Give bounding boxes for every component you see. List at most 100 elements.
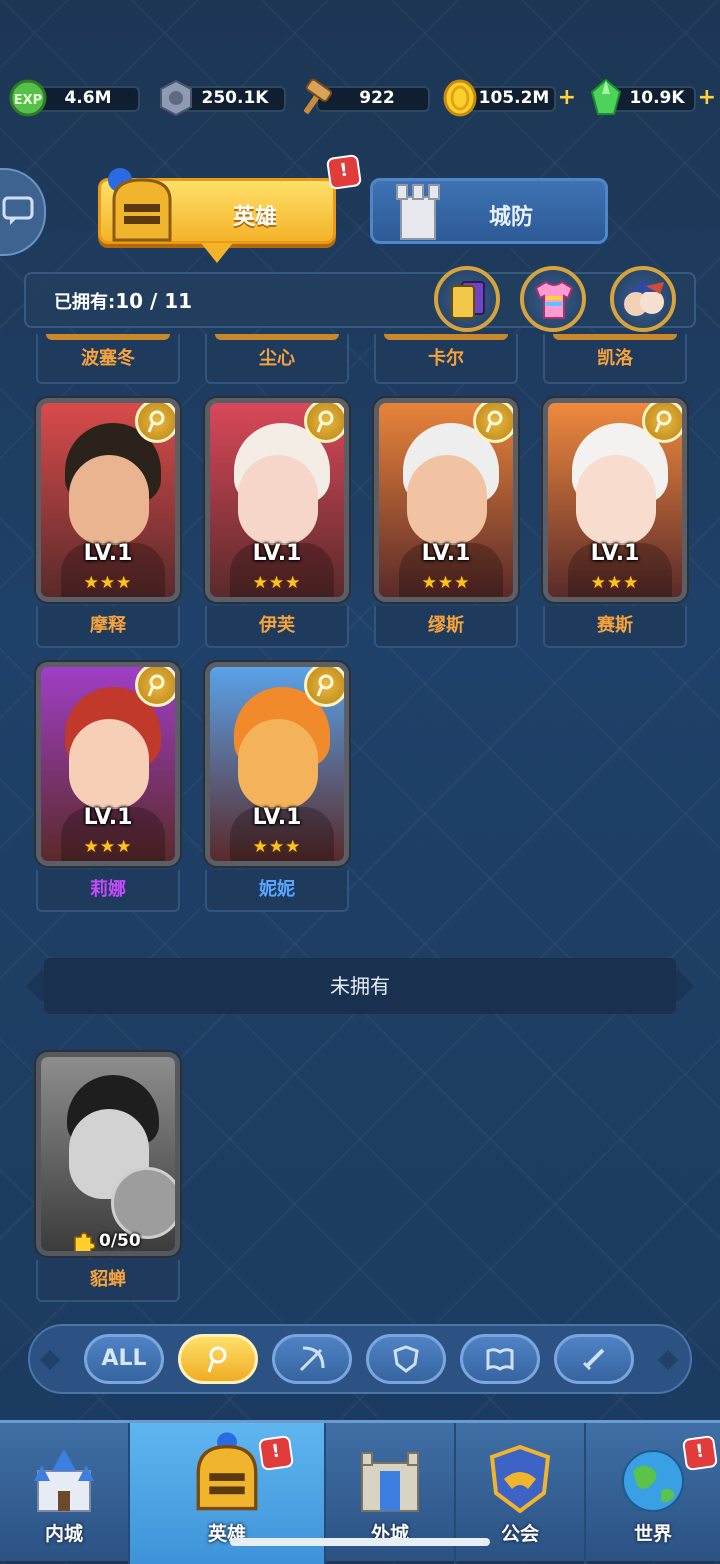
- hero-level: LV.1: [252, 805, 302, 830]
- hero-slot-partial[interactable]: 波塞冬: [36, 334, 180, 384]
- resource-exp[interactable]: EXP 4.6M: [8, 79, 140, 117]
- add-gold-button[interactable]: +: [558, 86, 576, 110]
- guild-handshake-icon: [489, 1444, 551, 1514]
- resource-value: 105.2M: [478, 88, 550, 108]
- filter-warrior-button[interactable]: [554, 1334, 634, 1384]
- hero-stars: ★★★: [83, 837, 133, 857]
- filter-archer-button[interactable]: [272, 1334, 352, 1384]
- tab-hero-alert-badge: !: [325, 153, 363, 191]
- hero-name: 尘心: [259, 348, 295, 369]
- mage-class-badge-icon: [304, 667, 344, 707]
- chat-button[interactable]: [0, 168, 46, 256]
- mage-class-badge-icon: [304, 403, 344, 443]
- hero-card[interactable]: LV.1 ★★★ 缪斯: [374, 398, 518, 650]
- hero-slot-partial[interactable]: 卡尔: [374, 334, 518, 384]
- filter-mage-button[interactable]: [178, 1334, 258, 1384]
- mage-class-badge-icon: [135, 403, 175, 443]
- resource-hammer[interactable]: 922: [296, 78, 430, 114]
- filter-diamond-left: [40, 1350, 60, 1370]
- hero-stars: ★★★: [252, 837, 302, 857]
- filter-all-button[interactable]: ALL: [84, 1334, 164, 1384]
- hero-level: LV.1: [421, 541, 471, 566]
- hero-name: 莉娜: [90, 879, 126, 900]
- filter-support-button[interactable]: [460, 1334, 540, 1384]
- bow-icon: [299, 1346, 325, 1372]
- mage-class-badge-icon: [642, 403, 682, 443]
- hero-card[interactable]: LV.1 ★★★ 摩释: [36, 398, 180, 650]
- tab-hero-label: 英雄: [233, 205, 278, 230]
- unowned-section-header: 未拥有: [44, 958, 676, 1014]
- hero-name: 貂蝉: [90, 1269, 126, 1290]
- hero-portrait-frame: LV.1 ★★★: [36, 398, 180, 602]
- hero-portrait-frame: LV.1 ★★★: [36, 662, 180, 866]
- hero-portrait-frame: LV.1 ★★★: [205, 398, 349, 602]
- tab-defense[interactable]: 城防: [370, 178, 608, 244]
- resource-value: 922: [359, 88, 395, 108]
- svg-text:EXP: EXP: [14, 93, 42, 108]
- hero-name: 妮妮: [259, 879, 295, 900]
- book-icon: [486, 1348, 514, 1371]
- castle-icon: [34, 1449, 94, 1512]
- globe-icon: [622, 1450, 684, 1512]
- hero-card[interactable]: LV.1 ★★★ 赛斯: [543, 398, 687, 650]
- resource-stone[interactable]: 250.1K: [156, 79, 286, 117]
- hero-stars: ★★★: [252, 573, 302, 593]
- hero-card[interactable]: LV.1 ★★★ 妮妮: [205, 662, 349, 914]
- hero-portrait-frame: LV.1 ★★★: [205, 662, 349, 866]
- shield-icon: [393, 1345, 419, 1373]
- filter-tank-button[interactable]: [366, 1334, 446, 1384]
- puzzle-piece-icon: [74, 1232, 95, 1251]
- hero-name: 赛斯: [597, 615, 633, 636]
- card-collection-button[interactable]: [434, 266, 500, 332]
- hero-card-locked[interactable]: 0/50 貂蝉: [36, 1052, 180, 1304]
- hero-level: LV.1: [83, 805, 133, 830]
- nav-world[interactable]: ! 世界: [586, 1423, 720, 1564]
- resource-value: 10.9K: [629, 88, 685, 108]
- tab-defense-label: 城防: [489, 205, 534, 230]
- team-portrait-icon: [624, 280, 664, 316]
- resource-gem[interactable]: 10.9K +: [586, 78, 716, 115]
- owned-summary-bar: 已拥有:10 / 11: [24, 266, 696, 332]
- resource-value: 4.6M: [64, 88, 112, 108]
- hero-stars: ★★★: [421, 573, 471, 593]
- hero-name: 摩释: [90, 615, 126, 636]
- nav-inner-city[interactable]: 内城: [0, 1423, 130, 1564]
- hero-level: LV.1: [590, 541, 640, 566]
- sword-icon: [582, 1348, 605, 1371]
- hero-name: 卡尔: [428, 348, 464, 369]
- shard-progress: 0/50: [99, 1231, 141, 1251]
- hero-level: LV.1: [252, 541, 302, 566]
- cards-icon: [451, 281, 485, 319]
- nav-world-alert-badge: !: [681, 1434, 719, 1472]
- resource-gold[interactable]: 105.2M +: [440, 79, 576, 117]
- hero-card[interactable]: LV.1 ★★★ 莉娜: [36, 662, 180, 914]
- nav-label: 内城: [44, 1523, 83, 1545]
- filter-diamond-right: [658, 1350, 678, 1370]
- hero-stars: ★★★: [83, 573, 133, 593]
- add-gem-button[interactable]: +: [698, 86, 716, 110]
- owned-count: 已拥有:10 / 11: [54, 289, 193, 313]
- hero-slot-partial[interactable]: 凯洛: [543, 334, 687, 384]
- skin-button[interactable]: [520, 266, 586, 332]
- mage-class-badge-icon: [135, 667, 175, 707]
- nav-hero-alert-badge: !: [257, 1434, 295, 1472]
- fortress-icon: [361, 1452, 419, 1512]
- hero-name: 波塞冬: [81, 348, 135, 369]
- hero-name: 凯洛: [597, 348, 633, 369]
- nav-label: 世界: [633, 1523, 672, 1545]
- hero-card[interactable]: LV.1 ★★★ 伊芙: [205, 398, 349, 650]
- hero-portrait-frame: LV.1 ★★★: [543, 398, 687, 602]
- hero-portrait-frame: LV.1 ★★★: [374, 398, 518, 602]
- home-indicator: [230, 1538, 490, 1546]
- hero-helmet-icon: [108, 168, 172, 242]
- hero-slot-partial[interactable]: 尘心: [205, 334, 349, 384]
- team-button[interactable]: [610, 266, 676, 332]
- mage-class-badge-icon: [473, 403, 513, 443]
- chat-icon: [2, 196, 34, 225]
- knight-helmet-icon: [196, 1432, 258, 1511]
- hero-name: 伊芙: [259, 615, 295, 636]
- resource-value: 250.1K: [201, 88, 269, 108]
- tower-icon: [396, 184, 440, 240]
- mage-class-icon: [207, 1346, 227, 1373]
- hero-level: LV.1: [83, 541, 133, 566]
